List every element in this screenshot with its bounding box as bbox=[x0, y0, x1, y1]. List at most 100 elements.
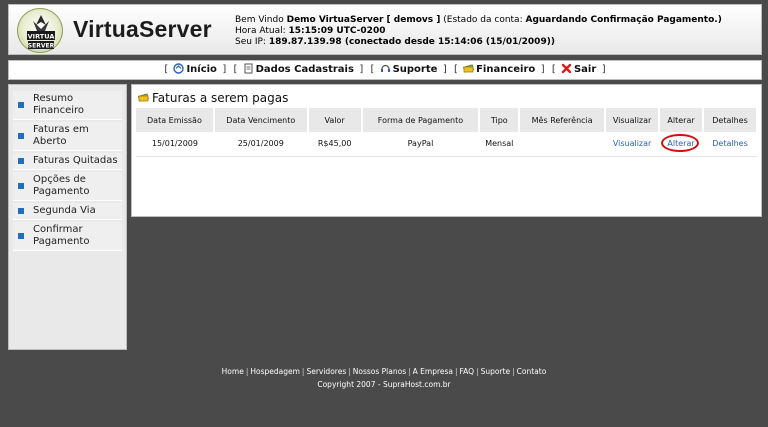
home-icon bbox=[173, 63, 185, 74]
nav-bracket: [ bbox=[454, 64, 458, 75]
detalhes-link[interactable]: Detalhes bbox=[703, 132, 757, 157]
sidebar-item-label: Faturas em Aberto bbox=[33, 124, 89, 147]
nav-bracket: [ bbox=[164, 64, 169, 75]
bullet-icon bbox=[18, 183, 24, 189]
nav-bracket: ] bbox=[359, 64, 364, 75]
page-title-text: Faturas a serem pagas bbox=[152, 91, 289, 105]
nav-bracket: ] bbox=[222, 64, 227, 75]
sidebar-item-label: Segunda Via bbox=[33, 205, 96, 216]
footer-link-home[interactable]: Home bbox=[222, 367, 244, 376]
sidebar-item-label: Confirmar Pagamento bbox=[33, 224, 90, 247]
cell-mes-referencia bbox=[519, 132, 606, 157]
nav-bracket: ] bbox=[540, 64, 545, 75]
logo-badge-text-top: VIRTUA bbox=[28, 33, 55, 41]
highlight-ring bbox=[661, 134, 700, 153]
alterar-cell: Alterar bbox=[659, 132, 703, 157]
visualizar-link[interactable]: Visualizar bbox=[605, 132, 660, 157]
nav-item-sair[interactable]: Sair bbox=[561, 63, 600, 75]
bullet-icon bbox=[18, 158, 24, 164]
ip-label: Seu IP: bbox=[235, 37, 266, 47]
header: VIRTUA SERVER VirtuaServer Bem Vindo Dem… bbox=[8, 4, 762, 55]
nav-bracket: ] bbox=[442, 64, 447, 75]
cell-data-emissao: 15/01/2009 bbox=[136, 132, 214, 157]
time-line: Hora Atual: 15:15:09 UTC-0200 bbox=[235, 26, 722, 37]
bullet-icon bbox=[18, 102, 24, 108]
page-title: Faturas a serem pagas bbox=[138, 91, 288, 105]
welcome-info: Bem Vindo Demo VirtuaServer [ demovs ] (… bbox=[235, 15, 722, 48]
copyright: Copyright 2007 - SupraHost.com.br bbox=[317, 380, 451, 389]
sidebar-item-label: Resumo Financeiro bbox=[33, 93, 85, 116]
nav-item-financeiro-label: Financeiro bbox=[476, 64, 536, 75]
table-row: 15/01/2009 25/01/2009 R$45,00 PayPal Men… bbox=[136, 132, 757, 157]
nav-item-dados-cadastrais[interactable]: Dados Cadastrais bbox=[243, 63, 358, 75]
column-header: Mês Referência bbox=[519, 108, 607, 132]
invoice-table: Data Emissão Data Vencimento Valor Forma… bbox=[136, 108, 758, 157]
cell-tipo: Mensal bbox=[479, 132, 520, 157]
sidebar-item-segunda-via[interactable]: Segunda Via bbox=[13, 203, 122, 220]
logo-badge-text-bottom: SERVER bbox=[28, 43, 55, 50]
money-icon bbox=[138, 93, 149, 102]
nav-bracket: [ bbox=[233, 64, 238, 75]
welcome-prefix: Bem Vindo bbox=[235, 15, 284, 25]
ip-line: Seu IP: 189.87.139.98 (conectado desde 1… bbox=[235, 37, 722, 48]
footer-link-contato[interactable]: Contato bbox=[517, 367, 547, 376]
nav-bracket: [ bbox=[551, 64, 556, 75]
footer-link-faq[interactable]: FAQ bbox=[460, 367, 475, 376]
footer-link-suporte[interactable]: Suporte bbox=[481, 367, 511, 376]
logo-text: VirtuaServer bbox=[73, 16, 212, 42]
cell-valor: R$45,00 bbox=[307, 132, 362, 157]
column-header: Forma de Pagamento bbox=[361, 108, 481, 132]
nav-item-suporte-label: Suporte bbox=[392, 64, 438, 75]
footer-link-hospedagem[interactable]: Hospedagem bbox=[250, 367, 300, 376]
main-panel: Faturas a serem pagas Data Emissão Data … bbox=[131, 84, 762, 217]
logo-badge: VIRTUA SERVER bbox=[17, 8, 63, 53]
time-value: 15:15:09 UTC-0200 bbox=[288, 26, 386, 36]
cell-data-vencimento: 25/01/2009 bbox=[213, 132, 308, 157]
document-icon bbox=[244, 63, 253, 74]
column-header: Tipo bbox=[479, 108, 521, 132]
sidebar-item-confirmar-pagamento[interactable]: Confirmar Pagamento bbox=[13, 222, 122, 251]
exit-icon bbox=[561, 63, 572, 74]
user-name: Demo VirtuaServer [ demovs ] bbox=[286, 15, 441, 25]
ip-value: 189.87.139.98 (conectado desde 15:14:06 … bbox=[268, 37, 555, 47]
footer-separator: | bbox=[245, 367, 249, 376]
money-icon bbox=[463, 64, 475, 73]
welcome-line: Bem Vindo Demo VirtuaServer [ demovs ] (… bbox=[235, 15, 722, 26]
column-header: Valor bbox=[307, 108, 363, 132]
footer-separator: | bbox=[408, 367, 411, 376]
sidebar-item-label: Faturas Quitadas bbox=[33, 155, 118, 166]
footer-separator: | bbox=[348, 367, 351, 376]
alterar-link[interactable]: Alterar bbox=[661, 134, 700, 153]
sidebar-item-faturas-em-aberto[interactable]: Faturas em Aberto bbox=[13, 122, 122, 151]
nav-item-inicio[interactable]: Início bbox=[173, 63, 220, 75]
column-header: Visualizar bbox=[605, 108, 661, 132]
sidebar: Resumo Financeiro Faturas em Aberto Fatu… bbox=[8, 84, 127, 350]
sidebar-item-faturas-quitadas[interactable]: Faturas Quitadas bbox=[13, 153, 122, 170]
sidebar-item-opcoes-de-pagamento[interactable]: Opções de Pagamento bbox=[13, 172, 122, 201]
column-header: Data Vencimento bbox=[213, 108, 309, 132]
nav-bracket: [ bbox=[370, 64, 375, 75]
sidebar-item-resumo-financeiro[interactable]: Resumo Financeiro bbox=[13, 91, 122, 120]
footer-links: Home | Hospedagem | Servidores | Nossos Planos… bbox=[0, 367, 768, 376]
column-header: Data Emissão bbox=[136, 108, 215, 132]
footer-separator: | bbox=[455, 367, 458, 376]
nav-item-dados-cadastrais-label: Dados Cadastrais bbox=[255, 64, 354, 75]
footer-separator: | bbox=[476, 367, 479, 376]
time-label: Hora Atual: bbox=[235, 26, 286, 36]
cell-forma-pagamento: PayPal bbox=[361, 132, 480, 157]
footer-link-a-empresa[interactable]: A Empresa bbox=[413, 367, 453, 376]
footer-link-servidores[interactable]: Servidores bbox=[306, 367, 346, 376]
nav-item-inicio-label: Início bbox=[186, 64, 217, 75]
bullet-icon bbox=[18, 208, 24, 214]
table-header-row: Data Emissão Data Vencimento Valor Forma… bbox=[136, 108, 758, 132]
nav-item-financeiro[interactable]: Financeiro bbox=[463, 64, 539, 75]
nav-item-suporte[interactable]: Suporte bbox=[380, 64, 441, 75]
bullet-icon bbox=[18, 133, 24, 139]
account-status-prefix: (Estado da conta: bbox=[443, 15, 523, 25]
logo-emblem-icon: VIRTUA SERVER bbox=[27, 15, 55, 50]
column-header: Alterar bbox=[659, 108, 704, 132]
footer-link-nossos-planos[interactable]: Nossos Planos bbox=[353, 367, 406, 376]
sidebar-item-label: Opções de Pagamento bbox=[33, 174, 90, 197]
footer-separator: | bbox=[512, 367, 515, 376]
support-icon bbox=[380, 64, 390, 72]
